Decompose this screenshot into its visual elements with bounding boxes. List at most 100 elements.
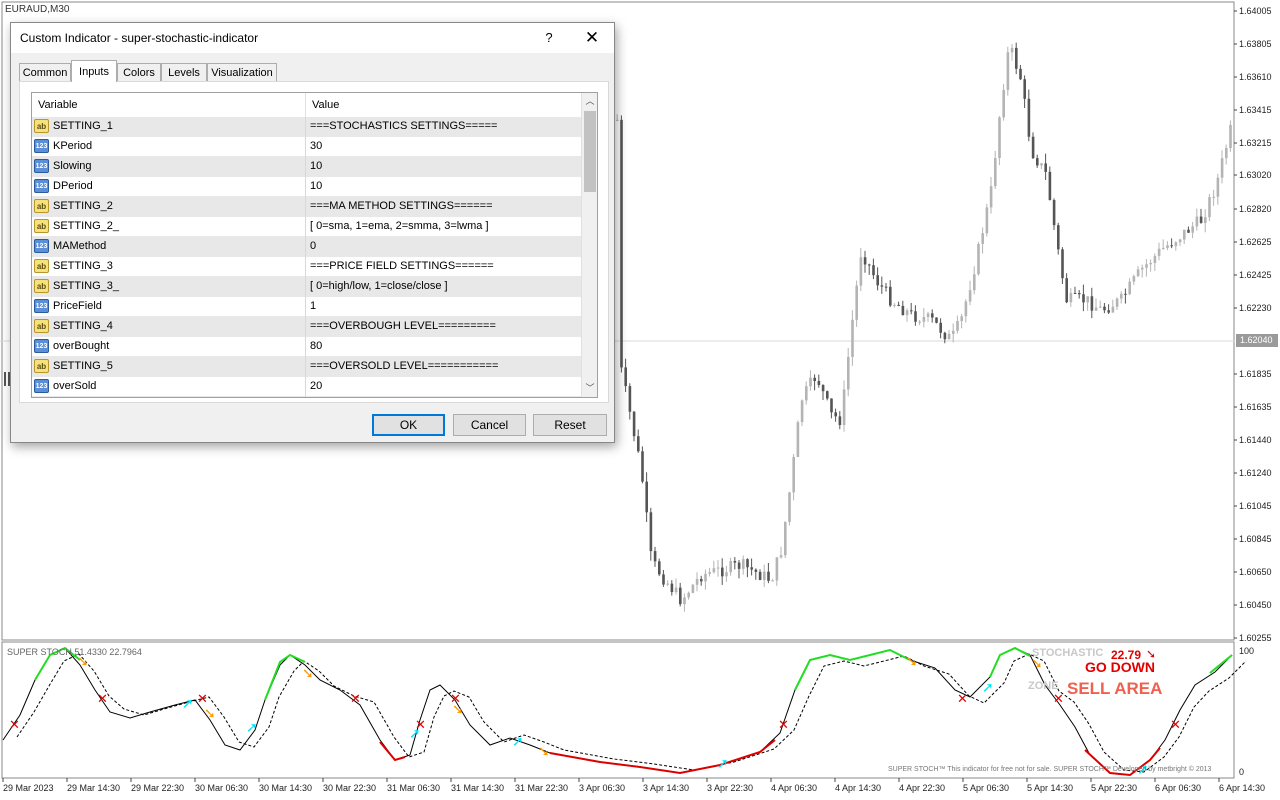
variable-cell: SETTING_1 [53,120,113,132]
time-tick-label: 5 Apr 14:30 [1027,783,1074,793]
table-row[interactable]: 123 overSold 20 [32,377,581,397]
tab-inputs[interactable]: Inputs [71,60,117,82]
cancel-button[interactable]: Cancel [453,414,526,436]
tab-common[interactable]: Common [19,63,71,81]
string-type-icon: ab [34,219,49,233]
column-header-value[interactable]: Value [306,93,581,117]
variable-cell: SETTING_5 [53,360,113,372]
zone-label: ZONE [1028,680,1059,692]
price-tick-label: 1.60650 [1239,567,1272,577]
scroll-up-icon[interactable]: ︿ [582,93,597,110]
number-type-icon: 123 [34,139,49,153]
variable-cell: SETTING_3_ [53,280,120,292]
table-row[interactable]: ab SETTING_2_ [ 0=sma, 1=ema, 2=smma, 3=lw… [32,217,581,237]
grid-scrollbar[interactable]: ︿ ﹀ [581,93,597,397]
value-cell[interactable]: ===OVERBOUGH LEVEL========= [310,317,580,336]
variable-cell: DPeriod [53,180,93,192]
time-tick-label: 5 Apr 22:30 [1091,783,1138,793]
tab-visualization[interactable]: Visualization [207,63,277,81]
table-row[interactable]: ab SETTING_3 ===PRICE FIELD SETTINGS====== [32,257,581,277]
custom-indicator-dialog[interactable]: Custom Indicator - super-stochastic-indi… [10,22,615,443]
table-row[interactable]: 123 Slowing 10 [32,157,581,177]
svg-text:✕: ✕ [197,692,208,707]
close-icon[interactable]: ✕ [577,26,607,50]
time-tick-label: 4 Apr 14:30 [835,783,882,793]
table-row[interactable]: 123 MAMethod 0 [32,237,581,257]
value-cell[interactable]: 30 [310,137,580,156]
time-tick-label: 4 Apr 22:30 [899,783,946,793]
table-row[interactable]: 123 DPeriod 10 [32,177,581,197]
value-cell[interactable]: 10 [310,177,580,196]
time-tick-label: 29 Mar 14:30 [67,783,121,793]
string-type-icon: ab [34,279,49,293]
table-row[interactable]: ab SETTING_5 ===OVERSOLD LEVEL=========== [32,357,581,377]
value-cell[interactable]: ===OVERSOLD LEVEL=========== [310,357,580,376]
svg-text:➚: ➚ [409,726,421,742]
table-row[interactable]: ab SETTING_4 ===OVERBOUGH LEVEL========= [32,317,581,337]
value-cell[interactable]: [ 0=sma, 1=ema, 2=smma, 3=lwma ] [310,217,580,236]
ok-button[interactable]: OK [372,414,445,436]
price-tick-label: 1.64005 [1239,6,1272,16]
number-type-icon: 123 [34,379,49,393]
price-tick-label: 1.61635 [1239,402,1272,412]
time-tick-label: 30 Mar 06:30 [195,783,249,793]
time-tick-label: 4 Apr 06:30 [771,783,818,793]
value-cell[interactable]: ===MA METHOD SETTINGS====== [310,197,580,216]
value-cell[interactable]: 20 [310,377,580,396]
go-down-label: GO DOWN [1085,659,1155,675]
price-tick-label: 1.62230 [1239,303,1272,313]
svg-text:➚: ➚ [717,756,729,772]
tab-colors[interactable]: Colors [117,63,161,81]
table-row[interactable]: 123 PriceField 1 [32,297,581,317]
price-tick-label: 1.60255 [1239,633,1272,643]
table-row[interactable]: ab SETTING_2 ===MA METHOD SETTINGS====== [32,197,581,217]
variable-cell: SETTING_4 [53,320,113,332]
svg-text:✕: ✕ [1053,692,1064,707]
price-tick-label: 1.61240 [1239,468,1272,478]
tab-levels[interactable]: Levels [161,63,207,81]
scroll-thumb[interactable] [584,111,596,192]
value-cell[interactable]: [ 0=high/low, 1=close/close ] [310,277,580,296]
reset-button[interactable]: Reset [533,414,607,436]
time-tick-label: 6 Apr 14:30 [1219,783,1266,793]
scroll-down-icon[interactable]: ﹀ [582,380,597,397]
number-type-icon: 123 [34,179,49,193]
table-row[interactable]: ab SETTING_3_ [ 0=high/low, 1=close/close … [32,277,581,297]
dialog-titlebar[interactable]: Custom Indicator - super-stochastic-indi… [11,23,614,53]
svg-text:✕: ✕ [957,692,968,707]
table-row[interactable]: 123 KPeriod 30 [32,137,581,157]
value-cell[interactable]: ===PRICE FIELD SETTINGS====== [310,257,580,276]
value-cell[interactable]: 0 [310,237,580,256]
column-header-variable[interactable]: Variable [32,93,305,117]
price-tick-label: 1.63805 [1239,39,1272,49]
value-cell[interactable]: 80 [310,337,580,356]
svg-text:➚: ➚ [246,720,258,736]
time-tick-label: 29 Mar 2023 [3,783,54,793]
price-tick-label: 1.63610 [1239,72,1272,82]
time-tick-label: 31 Mar 22:30 [515,783,569,793]
indicator-scale-top: 100 [1239,646,1255,656]
value-cell[interactable]: ===STOCHASTICS SETTINGS===== [310,117,580,136]
svg-text:➘: ➘ [906,654,918,670]
price-tick-label: 1.62820 [1239,204,1272,214]
time-tick-label: 3 Apr 06:30 [579,783,626,793]
time-tick-label: 3 Apr 22:30 [707,783,754,793]
number-type-icon: 123 [34,339,49,353]
variable-cell: PriceField [53,300,102,312]
value-cell[interactable]: 10 [310,157,580,176]
time-tick-label: 30 Mar 14:30 [259,783,313,793]
time-tick-label: 6 Apr 06:30 [1155,783,1202,793]
variable-cell: Slowing [53,160,92,172]
variable-cell: overBought [53,340,110,352]
table-row[interactable]: 123 overBought 80 [32,337,581,357]
price-tick-label: 1.61835 [1239,369,1272,379]
sell-area-label: SELL AREA [1067,679,1163,698]
variable-cell: KPeriod [53,140,93,152]
help-icon[interactable]: ? [539,27,559,49]
table-row[interactable]: ab SETTING_1 ===STOCHASTICS SETTINGS===== [32,117,581,137]
inputs-grid[interactable]: Variable Value ab SETTING_1 ===STOCHASTICS… [31,92,598,398]
value-cell[interactable]: 1 [310,297,580,316]
svg-text:➘: ➘ [302,666,314,682]
time-tick-label: 31 Mar 06:30 [387,783,441,793]
variable-cell: SETTING_2_ [53,220,120,232]
